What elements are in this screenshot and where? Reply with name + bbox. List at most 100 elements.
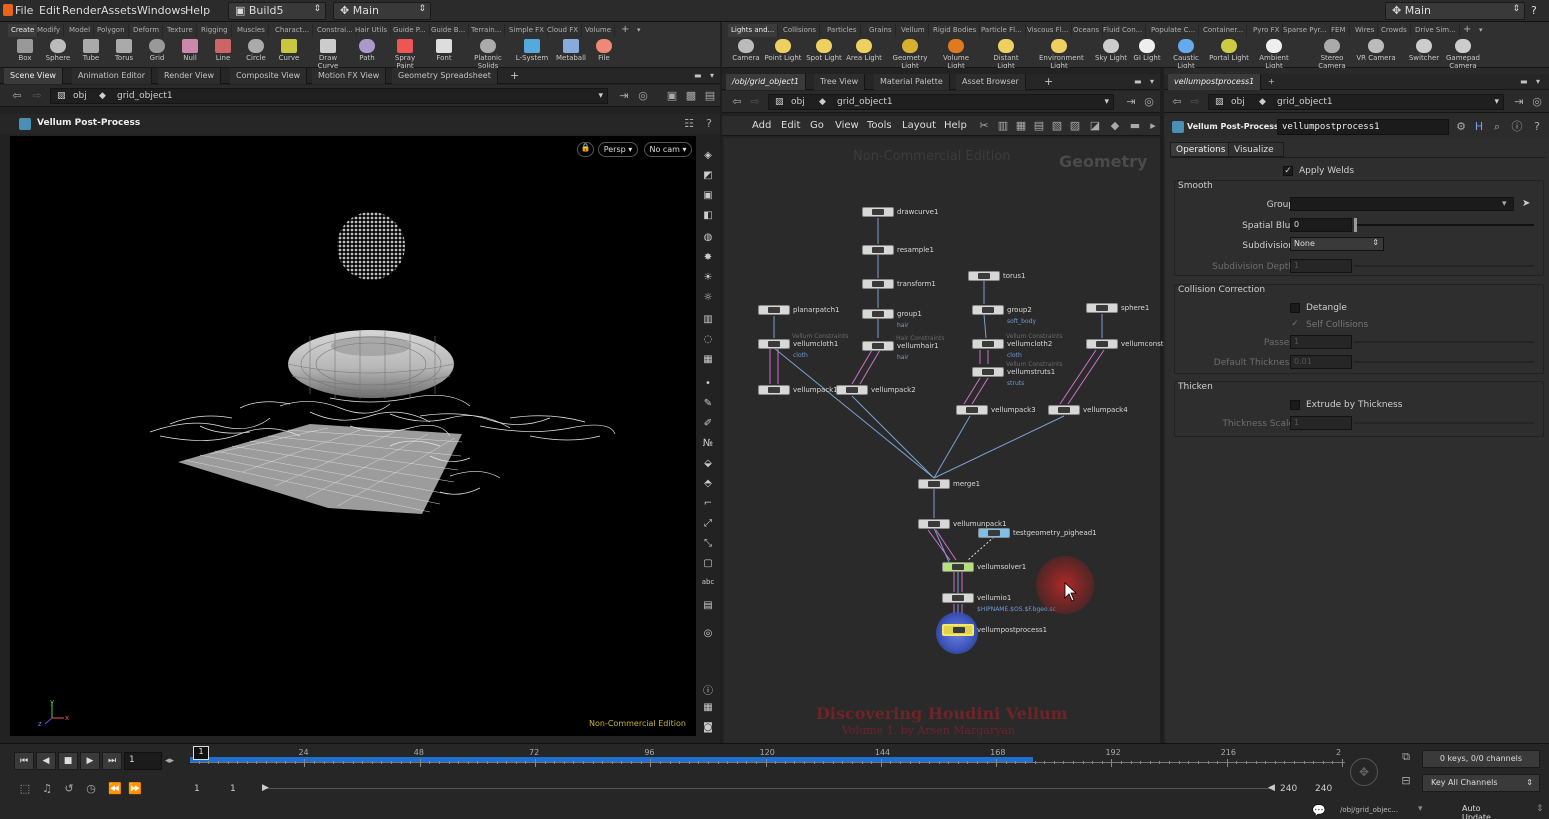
shelf-tool-vr-camera[interactable]: VR Camera: [1356, 38, 1396, 68]
param-path-field[interactable]: ▧ obj ◆ grid_object1 ▾: [1208, 94, 1504, 110]
current-frame-field[interactable]: 1: [124, 752, 162, 770]
range-start-value[interactable]: 1: [194, 784, 200, 794]
shelf-tab-fem[interactable]: FEM: [1328, 24, 1350, 37]
self-collisions-checkbox[interactable]: ✓: [1290, 320, 1300, 330]
right-desktop-select[interactable]: ✥ Main ⇕: [1385, 2, 1525, 20]
keyframe-icon[interactable]: ⧉: [1396, 750, 1416, 768]
network-tool-1-icon[interactable]: ▥: [996, 119, 1010, 133]
shelf-tab-particles[interactable]: Particles: [824, 24, 861, 37]
shelf-tab-polygon[interactable]: Polygon: [94, 24, 129, 37]
shelf-tool-geometry-light[interactable]: Geometry Light: [890, 38, 930, 70]
path-node[interactable]: grid_object1: [1277, 97, 1333, 107]
default-thickness-field[interactable]: 0.01: [1290, 355, 1352, 369]
shelf-tab-terrain[interactable]: Terrain...: [468, 24, 506, 37]
shelf-tab-hair-utils[interactable]: Hair Utils: [352, 24, 392, 37]
menu-windows[interactable]: Windows: [137, 4, 186, 17]
network-tool-5-icon[interactable]: ▨: [1068, 119, 1082, 133]
node-vellumpostprocess1[interactable]: [942, 624, 974, 636]
tab-render-view[interactable]: Render View: [158, 68, 222, 84]
forward-arrow-icon[interactable]: ⇨: [1188, 95, 1202, 109]
bulb-icon[interactable]: ☀: [700, 272, 716, 290]
shelf-tool-file[interactable]: File: [587, 38, 621, 68]
node-vellumpack3[interactable]: [956, 405, 988, 415]
range-end2-value[interactable]: 240: [1315, 784, 1332, 794]
tab-motion-fx-view[interactable]: Motion FX View: [312, 68, 387, 84]
chevron-down-icon[interactable]: ▾: [1104, 97, 1109, 107]
shelf-tab-simple-fx[interactable]: Simple FX: [506, 24, 548, 37]
spatial-blur-slider-handle[interactable]: [1354, 218, 1357, 232]
shelf-tool-gi-light[interactable]: GI Light: [1127, 38, 1167, 68]
geo-icon[interactable]: ◎: [700, 628, 716, 646]
pen-icon[interactable]: ✐: [700, 418, 716, 436]
shelf-tab-fluid-con[interactable]: Fluid Con...: [1100, 24, 1147, 37]
key-all-channels-select[interactable]: Key All Channels ⇕: [1422, 774, 1540, 792]
auto-update-select[interactable]: Auto Update: [1432, 802, 1542, 819]
node-resample1[interactable]: [862, 245, 894, 255]
abc-icon[interactable]: abc: [700, 578, 716, 596]
chevron-down-icon[interactable]: ▾: [1502, 199, 1507, 209]
chevron-down-icon[interactable]: ▾: [1494, 97, 1499, 107]
passes-field[interactable]: 1: [1290, 335, 1352, 349]
node-vellumpack4[interactable]: [1048, 405, 1080, 415]
display-options-icon[interactable]: ☷: [682, 117, 696, 131]
camera-icon[interactable]: ▤: [703, 89, 717, 103]
shelf-tab-oceans[interactable]: Oceans: [1070, 24, 1104, 37]
subdivision-depth-slider[interactable]: [1354, 265, 1534, 267]
tab-operations[interactable]: Operations: [1170, 142, 1230, 157]
range-slider[interactable]: [264, 788, 1272, 789]
shelf-tab-charact[interactable]: Charact...: [272, 24, 314, 37]
pin-icon[interactable]: ⇥: [617, 89, 631, 103]
network-path-field[interactable]: ▧ obj ◆ grid_object1 ▾: [768, 94, 1114, 110]
network-tool-3-icon[interactable]: ▤: [1032, 119, 1046, 133]
detangle-checkbox[interactable]: [1290, 303, 1300, 313]
default-thickness-slider[interactable]: [1354, 361, 1534, 363]
search-icon[interactable]: ⌕: [1490, 120, 1504, 134]
headlight-icon[interactable]: ☼: [700, 292, 716, 310]
node-group2[interactable]: [972, 305, 1004, 315]
group-field[interactable]: [1290, 197, 1514, 211]
step-icon[interactable]: ◂▸: [165, 756, 174, 766]
first-frame-icon[interactable]: ⏮: [14, 752, 34, 770]
tab-visualize[interactable]: Visualize: [1228, 142, 1284, 157]
gear-icon[interactable]: ⚙: [1454, 120, 1468, 134]
next-key-icon[interactable]: ⏩: [128, 782, 142, 796]
shelf-tab-modify[interactable]: Modify: [34, 24, 65, 37]
node-transform1[interactable]: [862, 279, 894, 289]
network-tool-6-icon[interactable]: ◪: [1088, 119, 1102, 133]
menu-assets[interactable]: Assets: [101, 4, 137, 17]
corner-icon[interactable]: ⌐: [700, 498, 716, 516]
image-icon[interactable]: ▤: [700, 600, 716, 618]
chevron-down-icon[interactable]: ▾: [1476, 24, 1486, 37]
chevron-down-icon[interactable]: ▾: [598, 91, 603, 101]
play-reverse-icon[interactable]: ◀: [36, 752, 56, 770]
shelf-tab-model[interactable]: Model: [66, 24, 95, 37]
chevron-down-icon[interactable]: ▾: [1144, 74, 1160, 90]
tab-asset-browser[interactable]: Asset Browser: [956, 74, 1026, 90]
shelf-tab-rigging[interactable]: Rigging: [198, 24, 232, 37]
shelf-tab-volume[interactable]: Volume: [582, 24, 616, 37]
thickness-scale-slider[interactable]: [1354, 422, 1534, 424]
path-node[interactable]: grid_object1: [837, 97, 893, 107]
snapshot-icon[interactable]: ◙: [700, 722, 716, 740]
shelf-tool-ambient-light[interactable]: Ambient Light: [1254, 38, 1294, 70]
tab-tree-view[interactable]: Tree View: [814, 74, 866, 90]
shelf-tool-gamepad-camera[interactable]: Gamepad Camera: [1443, 38, 1483, 70]
add-shelf-tab-icon[interactable]: +: [1460, 22, 1474, 35]
ghost-icon[interactable]: ◌: [700, 334, 716, 352]
menu-edit[interactable]: Edit: [39, 4, 60, 17]
shelf-tab-texture[interactable]: Texture: [164, 24, 197, 37]
shelf-tab-lights-and[interactable]: Lights and...: [728, 24, 779, 37]
node-group1[interactable]: [862, 309, 894, 319]
shelf-tool-area-light[interactable]: Area Light: [844, 38, 884, 68]
paint-icon[interactable]: ⬙: [700, 458, 716, 476]
range-start-handle[interactable]: ▶: [262, 783, 269, 793]
node-planarpatch1[interactable]: [758, 305, 790, 315]
forward-arrow-icon[interactable]: ⇨: [30, 89, 44, 103]
shelf-tool-stereo-camera[interactable]: Stereo Camera: [1312, 38, 1352, 70]
network-tool-0-icon[interactable]: ✂: [977, 119, 991, 133]
expand-icon[interactable]: ⤢: [700, 518, 716, 536]
network-menu-layout[interactable]: Layout: [902, 120, 936, 131]
shelf-tool-l-system[interactable]: L-System: [515, 38, 549, 68]
number-icon[interactable]: №: [700, 438, 716, 456]
passes-slider[interactable]: [1354, 341, 1534, 343]
